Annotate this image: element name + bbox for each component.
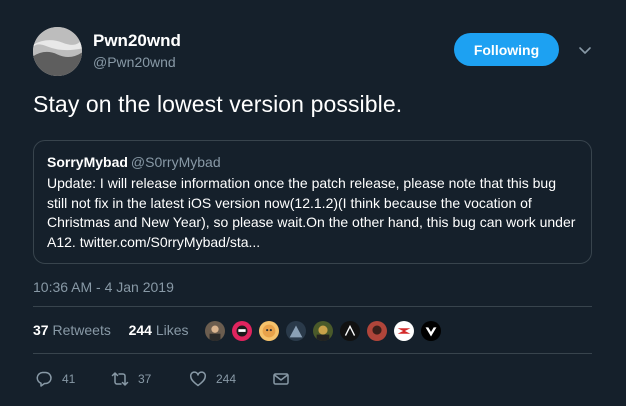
reply-icon — [36, 371, 52, 387]
envelope-icon — [273, 373, 289, 385]
liker-avatar[interactable] — [393, 320, 415, 342]
tweet-actions: 41 37 244 — [35, 370, 290, 388]
like-button[interactable]: 244 — [189, 370, 272, 388]
chevron-down-icon[interactable] — [578, 43, 592, 57]
reply-button[interactable]: 41 — [35, 370, 111, 388]
retweet-count: 37 — [138, 372, 152, 386]
likes-count[interactable]: 244 — [129, 322, 152, 338]
reply-count: 41 — [62, 372, 76, 386]
like-count: 244 — [216, 372, 237, 386]
author-handle[interactable]: @Pwn20wnd — [93, 54, 176, 70]
author-name[interactable]: Pwn20wnd — [93, 31, 181, 51]
tweet-text: Stay on the lowest version possible. — [33, 91, 403, 117]
divider — [33, 353, 592, 354]
liker-avatar[interactable] — [231, 320, 253, 342]
liker-avatar[interactable] — [258, 320, 280, 342]
liker-avatar[interactable] — [204, 320, 226, 342]
engagement-stats: 37 Retweets 244 Likes — [33, 322, 189, 338]
author-avatar[interactable] — [33, 27, 82, 76]
quoted-tweet-header: SorryMybad @S0rryMybad — [47, 153, 578, 171]
quoted-author-handle: @S0rryMybad — [130, 154, 221, 170]
quoted-tweet-text: Update: I will release information once … — [47, 175, 576, 250]
divider — [33, 306, 592, 307]
liker-avatar[interactable] — [420, 320, 442, 342]
heart-icon — [190, 371, 206, 387]
following-button[interactable]: Following — [454, 33, 559, 66]
liker-avatars — [204, 320, 447, 342]
liker-avatar[interactable] — [285, 320, 307, 342]
retweets-label[interactable]: Retweets — [52, 322, 110, 338]
liker-avatar[interactable] — [366, 320, 388, 342]
liker-avatar[interactable] — [312, 320, 334, 342]
liker-avatar[interactable] — [339, 320, 361, 342]
quoted-tweet[interactable]: SorryMybad @S0rryMybad Update: I will rel… — [33, 140, 592, 264]
retweets-count[interactable]: 37 — [33, 322, 49, 338]
likes-label[interactable]: Likes — [156, 322, 189, 338]
tweet-timestamp[interactable]: 10:36 AM - 4 Jan 2019 — [33, 279, 174, 295]
retweet-icon — [111, 372, 129, 386]
quoted-author-name: SorryMybad — [47, 154, 128, 170]
direct-message-button[interactable] — [272, 370, 290, 388]
retweet-button[interactable]: 37 — [111, 370, 189, 388]
